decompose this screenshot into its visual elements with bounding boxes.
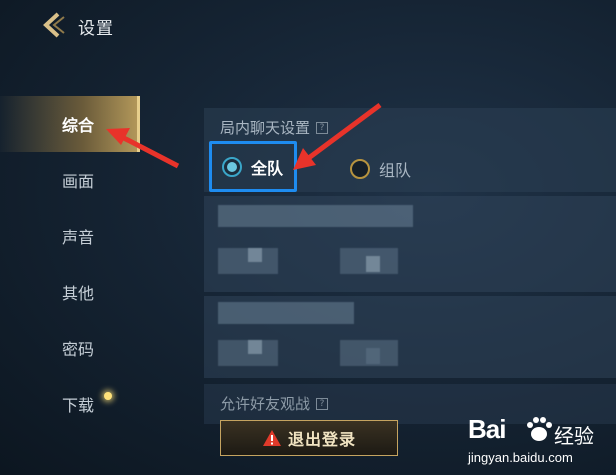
sidebar-item-password[interactable]: 密码 xyxy=(0,320,138,376)
header: 设置 xyxy=(0,0,616,50)
logout-button[interactable]: 退出登录 xyxy=(220,420,398,456)
sidebar-item-label: 声音 xyxy=(62,228,95,247)
sidebar-item-label: 其他 xyxy=(62,284,95,303)
spectate-title: 允许好友观战 ? xyxy=(220,393,329,414)
blurred-text xyxy=(248,340,262,354)
chat-settings-title: 局内聊天设置 ? xyxy=(220,117,329,138)
blurred-text xyxy=(248,248,262,262)
logout-label: 退出登录 xyxy=(287,430,356,449)
annotation-highlight-box xyxy=(209,141,297,192)
sidebar-item-label: 综合 xyxy=(62,116,95,135)
blurred-text xyxy=(366,348,380,364)
sidebar-item-label: 画面 xyxy=(62,172,95,191)
baidu-watermark: Bai 经验 jingyan.baidu.com xyxy=(454,410,604,470)
sidebar-item-other[interactable]: 其他 xyxy=(0,264,138,320)
blurred-text xyxy=(366,256,380,272)
sidebar: 综合 画面 声音 其他 密码 下载 xyxy=(0,96,140,432)
warning-icon xyxy=(262,430,281,446)
blurred-text xyxy=(218,205,413,227)
radio-party[interactable]: 组队 xyxy=(350,157,411,181)
sidebar-item-label: 密码 xyxy=(62,340,95,359)
radio-unselected-icon xyxy=(350,159,370,179)
help-icon[interactable]: ? xyxy=(316,121,329,134)
sidebar-item-download[interactable]: 下载 xyxy=(0,376,138,432)
page-title: 设置 xyxy=(78,19,114,39)
spectate-title-text: 允许好友观战 xyxy=(220,395,311,413)
sidebar-item-general[interactable]: 综合 xyxy=(0,96,140,152)
sidebar-item-label: 下载 xyxy=(62,396,95,415)
sidebar-item-graphics[interactable]: 画面 xyxy=(0,152,138,208)
help-icon[interactable]: ? xyxy=(316,397,329,410)
sidebar-item-sound[interactable]: 声音 xyxy=(0,208,138,264)
notification-dot xyxy=(104,392,112,400)
blurred-text xyxy=(218,302,354,324)
chat-settings-title-text: 局内聊天设置 xyxy=(220,119,311,137)
radio-label: 组队 xyxy=(379,161,412,180)
watermark-brand: Bai xyxy=(468,414,506,444)
watermark-brand-cn: 经验 xyxy=(554,424,594,448)
baidu-paw-icon xyxy=(527,417,552,441)
back-chevron-icon[interactable] xyxy=(40,11,68,39)
watermark-url: jingyan.baidu.com xyxy=(468,450,573,465)
